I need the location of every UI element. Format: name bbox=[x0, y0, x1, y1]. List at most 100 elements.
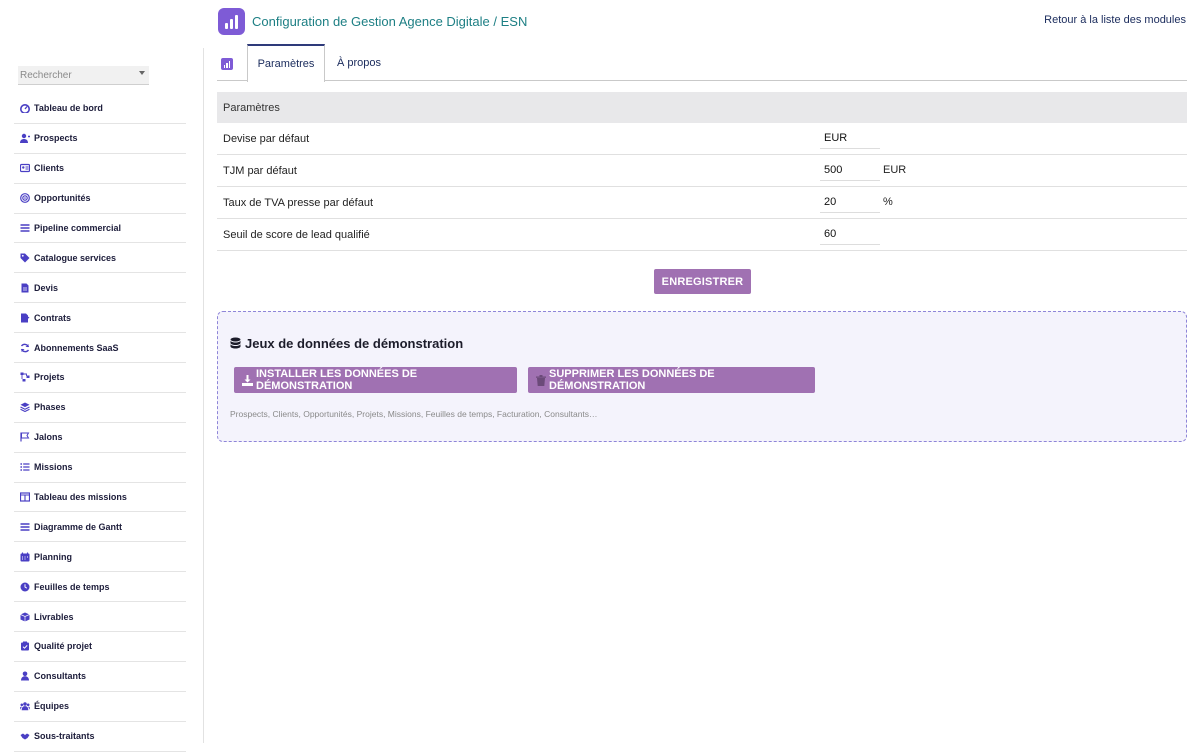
currency-input[interactable]: EUR bbox=[820, 129, 880, 149]
sidebar-item-abonnements-saas[interactable]: Abonnements SaaS bbox=[14, 333, 186, 364]
download-icon bbox=[242, 374, 253, 386]
module-icon bbox=[221, 58, 233, 70]
sidebar-item-tableau-de-bord[interactable]: Tableau de bord bbox=[14, 94, 186, 124]
sidebar-divider bbox=[203, 48, 204, 743]
demo-note: Prospects, Clients, Opportunités, Projet… bbox=[230, 409, 598, 419]
user-icon bbox=[19, 671, 30, 682]
user-plus-icon bbox=[19, 133, 30, 144]
sidebar-item-projets[interactable]: Projets bbox=[14, 363, 186, 393]
sidebar-item-catalogue-services[interactable]: Catalogue services bbox=[14, 243, 186, 274]
tjm-input[interactable]: 500 bbox=[820, 161, 880, 181]
sidebar-item-planning[interactable]: Planning bbox=[14, 542, 186, 573]
setting-label: Devise par défaut bbox=[223, 132, 310, 145]
demo-title-text: Jeux de données de démonstration bbox=[245, 336, 464, 351]
save-button[interactable]: ENREGISTRER bbox=[654, 269, 751, 294]
sidebar-item-label: Feuilles de temps bbox=[34, 581, 110, 592]
sidebar-item-diagramme-de-gantt[interactable]: Diagramme de Gantt bbox=[14, 512, 186, 543]
sidebar-item-qualite-projet[interactable]: Qualité projet bbox=[14, 632, 186, 662]
sidebar-item-label: Prospects bbox=[34, 133, 78, 144]
handshake-icon bbox=[19, 731, 30, 742]
sidebar-item-label: Opportunités bbox=[34, 193, 91, 204]
sidebar-item-prospects[interactable]: Prospects bbox=[14, 124, 186, 154]
sidebar-item-label: Abonnements SaaS bbox=[34, 342, 119, 353]
sidebar-item-label: Tableau de bord bbox=[34, 103, 103, 114]
id-card-icon bbox=[19, 163, 30, 174]
sidebar-item-opportunites[interactable]: Opportunités bbox=[14, 184, 186, 214]
sidebar-item-label: Pipeline commercial bbox=[34, 223, 122, 233]
chevron-down-icon bbox=[139, 71, 145, 75]
sidebar-item-phases[interactable]: Phases bbox=[14, 393, 186, 423]
sidebar-item-contrats[interactable]: Contrats bbox=[14, 303, 186, 334]
sidebar-item-label: Sous-traitants bbox=[34, 731, 95, 742]
back-to-modules-link[interactable]: Retour à la liste des modules bbox=[1044, 14, 1186, 26]
tab-parametres[interactable]: Paramètres bbox=[247, 44, 325, 82]
sidebar-item-label: Tableau des missions bbox=[34, 492, 127, 503]
delete-demo-label: SUPPRIMER LES DONNÉES DE DÉMONSTRATION bbox=[549, 368, 715, 392]
sidebar: Rechercher Tableau de bord Prospects Clien… bbox=[0, 0, 205, 752]
sidebar-item-label: Qualité projet bbox=[34, 641, 93, 652]
sidebar-item-feuilles-de-temps[interactable]: Feuilles de temps bbox=[14, 572, 186, 603]
document-icon bbox=[19, 282, 30, 293]
columns-icon bbox=[19, 492, 30, 503]
setting-row-vat: Taux de TVA presse par défaut 20 % bbox=[217, 187, 1187, 219]
setting-row-tjm: TJM par défaut 500 EUR bbox=[217, 155, 1187, 187]
box-icon bbox=[19, 611, 30, 622]
search-select[interactable]: Rechercher bbox=[18, 66, 149, 85]
sidebar-item-label: Livrables bbox=[34, 611, 74, 622]
sidebar-item-label: Consultants bbox=[34, 671, 87, 682]
sidebar-item-label: Catalogue services bbox=[34, 252, 117, 263]
refresh-icon bbox=[19, 342, 30, 353]
sidebar-item-label: Phases bbox=[34, 402, 66, 413]
tab-bar: Paramètres À propos bbox=[217, 44, 1187, 82]
sidebar-item-pipeline-commercial[interactable]: Pipeline commercial bbox=[14, 214, 186, 244]
trash-icon bbox=[536, 374, 546, 386]
lead-score-input[interactable]: 60 bbox=[820, 225, 880, 245]
vat-input[interactable]: 20 bbox=[820, 193, 880, 213]
setting-unit: % bbox=[883, 196, 893, 208]
setting-row-lead-score: Seuil de score de lead qualifié 60 bbox=[217, 219, 1187, 251]
sidebar-item-consultants[interactable]: Consultants bbox=[14, 662, 186, 692]
demo-data-panel: Jeux de données de démonstration INSTALL… bbox=[217, 311, 1187, 442]
setting-label: Seuil de score de lead qualifié bbox=[223, 228, 370, 241]
users-icon bbox=[19, 701, 30, 712]
install-demo-button[interactable]: INSTALLER LES DONNÉES DE DÉMONSTRATION bbox=[234, 367, 517, 393]
sidebar-item-label: Devis bbox=[34, 282, 59, 293]
setting-label: Taux de TVA presse par défaut bbox=[223, 196, 374, 209]
sidebar-item-livrables[interactable]: Livrables bbox=[14, 602, 186, 633]
delete-demo-button[interactable]: SUPPRIMER LES DONNÉES DE DÉMONSTRATION bbox=[528, 367, 815, 393]
file-signature-icon bbox=[19, 312, 30, 323]
clipboard-check-icon bbox=[19, 641, 30, 652]
sidebar-item-missions[interactable]: Missions bbox=[14, 453, 186, 483]
tab-a-propos[interactable]: À propos bbox=[327, 44, 391, 81]
sidebar-item-label: Projets bbox=[34, 372, 65, 383]
list-icon bbox=[19, 462, 30, 473]
sidebar-item-label: Missions bbox=[34, 462, 73, 473]
sidebar-item-label: Jalons bbox=[34, 432, 63, 443]
layers-icon bbox=[19, 402, 30, 413]
page-title: Configuration de Gestion Agence Digitale… bbox=[252, 14, 528, 29]
database-icon bbox=[230, 337, 241, 350]
settings-header: Paramètres bbox=[217, 92, 1187, 123]
sidebar-item-sous-traitants[interactable]: Sous-traitants bbox=[14, 722, 186, 752]
sidebar-item-devis[interactable]: Devis bbox=[14, 273, 186, 304]
dashboard-icon bbox=[19, 103, 30, 114]
sidebar-item-label: Planning bbox=[34, 551, 72, 562]
search-placeholder: Rechercher bbox=[20, 70, 72, 81]
setting-unit: EUR bbox=[883, 164, 907, 176]
install-demo-label: INSTALLER LES DONNÉES DE DÉMONSTRATION bbox=[256, 368, 418, 392]
sidebar-item-equipes[interactable]: Équipes bbox=[14, 692, 186, 722]
bars-icon bbox=[19, 223, 30, 234]
calendar-icon bbox=[19, 551, 30, 562]
setting-row-currency: Devise par défaut EUR bbox=[217, 123, 1187, 155]
sidebar-item-label: Contrats bbox=[34, 312, 72, 323]
project-diagram-icon bbox=[19, 372, 30, 383]
sidebar-item-label: Équipes bbox=[34, 701, 70, 712]
sidebar-item-jalons[interactable]: Jalons bbox=[14, 423, 186, 453]
app-logo-icon bbox=[218, 8, 245, 35]
sidebar-item-tableau-des-missions[interactable]: Tableau des missions bbox=[14, 483, 186, 513]
target-icon bbox=[19, 193, 30, 204]
clock-icon bbox=[19, 581, 30, 592]
sidebar-item-clients[interactable]: Clients bbox=[14, 154, 186, 184]
setting-label: TJM par défaut bbox=[223, 164, 297, 177]
sidebar-item-label: Clients bbox=[34, 163, 65, 174]
